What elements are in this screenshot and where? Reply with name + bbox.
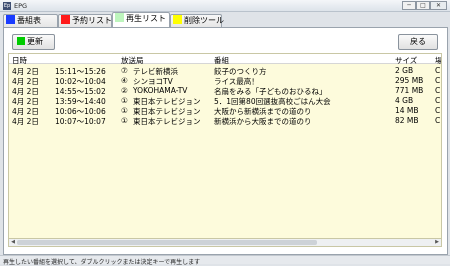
tab-playback-list[interactable]: 再生リスト bbox=[112, 12, 170, 27]
row-location: C bbox=[435, 96, 441, 105]
close-button[interactable]: ✕ bbox=[430, 1, 447, 10]
row-channel-number: ④ bbox=[121, 76, 128, 85]
tab-label: 削除ツール bbox=[184, 16, 224, 25]
row-size: 771 MB bbox=[395, 86, 424, 95]
window-title: EPG bbox=[14, 2, 28, 10]
row-location: C bbox=[435, 76, 441, 85]
tab-label: 予約リスト bbox=[72, 16, 112, 25]
list-header: 日時 放送局 番組 サイズ 場 bbox=[9, 54, 441, 65]
tab-label: 番組表 bbox=[17, 16, 41, 25]
blue-swatch-icon bbox=[6, 15, 15, 24]
list-item[interactable]: 4月 2日 10:02～10:04 ④ 295 MB C シンヨコTV ライス最高！ bbox=[9, 75, 441, 86]
title-bar: Ep EPG ─ □ ✕ bbox=[0, 0, 450, 12]
app-icon: Ep bbox=[3, 2, 11, 10]
row-size: 2 GB bbox=[395, 66, 414, 75]
red-swatch-icon bbox=[61, 15, 70, 24]
green-swatch-icon bbox=[115, 13, 124, 22]
minimize-button[interactable]: ─ bbox=[402, 1, 416, 10]
tab-bar: 番組表 予約リスト 再生リスト 削除ツール bbox=[3, 12, 448, 27]
row-date: 4月 2日 bbox=[12, 117, 39, 126]
recording-list[interactable]: 日時 放送局 番組 サイズ 場 4月 2日 15:11～15:26 ⑦ 2 GB C テレ… bbox=[8, 53, 442, 239]
status-text: 再生したい番組を選択して、ダブルクリックまたは決定キーで再生します bbox=[3, 259, 201, 266]
back-button[interactable]: 戻る bbox=[398, 34, 438, 50]
row-channel-number: ② bbox=[121, 86, 128, 95]
yellow-swatch-icon bbox=[173, 15, 182, 24]
tab-delete-tool[interactable]: 削除ツール bbox=[170, 14, 224, 27]
row-location: C bbox=[435, 116, 441, 125]
refresh-button[interactable]: 更新 bbox=[12, 34, 55, 50]
row-size: 82 MB bbox=[395, 116, 419, 125]
playback-panel: 更新 戻る 日時 放送局 番組 サイズ 場 4月 2日 15:11～15:26 ⑦ 2… bbox=[3, 27, 448, 255]
list-item[interactable]: 4月 2日 10:06～10:06 ① 14 MB C 東日本テレビジョン 大阪から新横浜ま… bbox=[9, 105, 441, 116]
row-channel: 東日本テレビジョン bbox=[133, 117, 201, 126]
green-square-icon bbox=[17, 37, 25, 45]
list-item[interactable]: 4月 2日 14:55～15:02 ② 771 MB C YOKOHAMA-TV 名扇をみる… bbox=[9, 85, 441, 96]
row-size: 295 MB bbox=[395, 76, 424, 85]
row-channel-number: ① bbox=[121, 106, 128, 115]
list-item[interactable]: 4月 2日 13:59～14:40 ① 4 GB C 東日本テレビジョン 5．1回第80回選… bbox=[9, 95, 441, 106]
maximize-button[interactable]: □ bbox=[416, 1, 430, 10]
row-title: 新横浜から大阪までの道のり bbox=[214, 117, 312, 126]
row-channel: YOKOHAMA-TV bbox=[133, 86, 188, 95]
row-channel-number: ① bbox=[121, 96, 128, 105]
row-time: 10:07～10:07 bbox=[55, 117, 106, 126]
row-channel-number: ① bbox=[121, 116, 128, 125]
list-item[interactable]: 4月 2日 15:11～15:26 ⑦ 2 GB C テレビ新横浜 餃子のつくり方 bbox=[9, 65, 441, 76]
status-bar: 再生したい番組を選択して、ダブルクリックまたは決定キーで再生します bbox=[0, 255, 450, 266]
refresh-label: 更新 bbox=[27, 37, 43, 46]
scroll-thumb[interactable] bbox=[17, 240, 317, 245]
row-location: C bbox=[435, 66, 441, 75]
row-location: C bbox=[435, 106, 441, 115]
scroll-right-icon[interactable]: ▶ bbox=[433, 239, 441, 246]
row-size: 4 GB bbox=[395, 96, 414, 105]
row-location: C bbox=[435, 86, 441, 95]
row-channel-number: ⑦ bbox=[121, 66, 128, 75]
row-size: 14 MB bbox=[395, 106, 419, 115]
scroll-left-icon[interactable]: ◀ bbox=[9, 239, 17, 246]
tab-reservation-list[interactable]: 予約リスト bbox=[58, 14, 112, 27]
tab-program-guide[interactable]: 番組表 bbox=[3, 14, 58, 27]
list-item[interactable]: 4月 2日 10:07～10:07 ① 82 MB C 東日本テレビジョン 新横浜から大阪ま… bbox=[9, 115, 441, 127]
row-title-cell: 新横浜から大阪までの道のり bbox=[214, 116, 312, 127]
tab-label: 再生リスト bbox=[126, 14, 166, 23]
horizontal-scrollbar[interactable]: ◀ ▶ bbox=[8, 239, 442, 247]
